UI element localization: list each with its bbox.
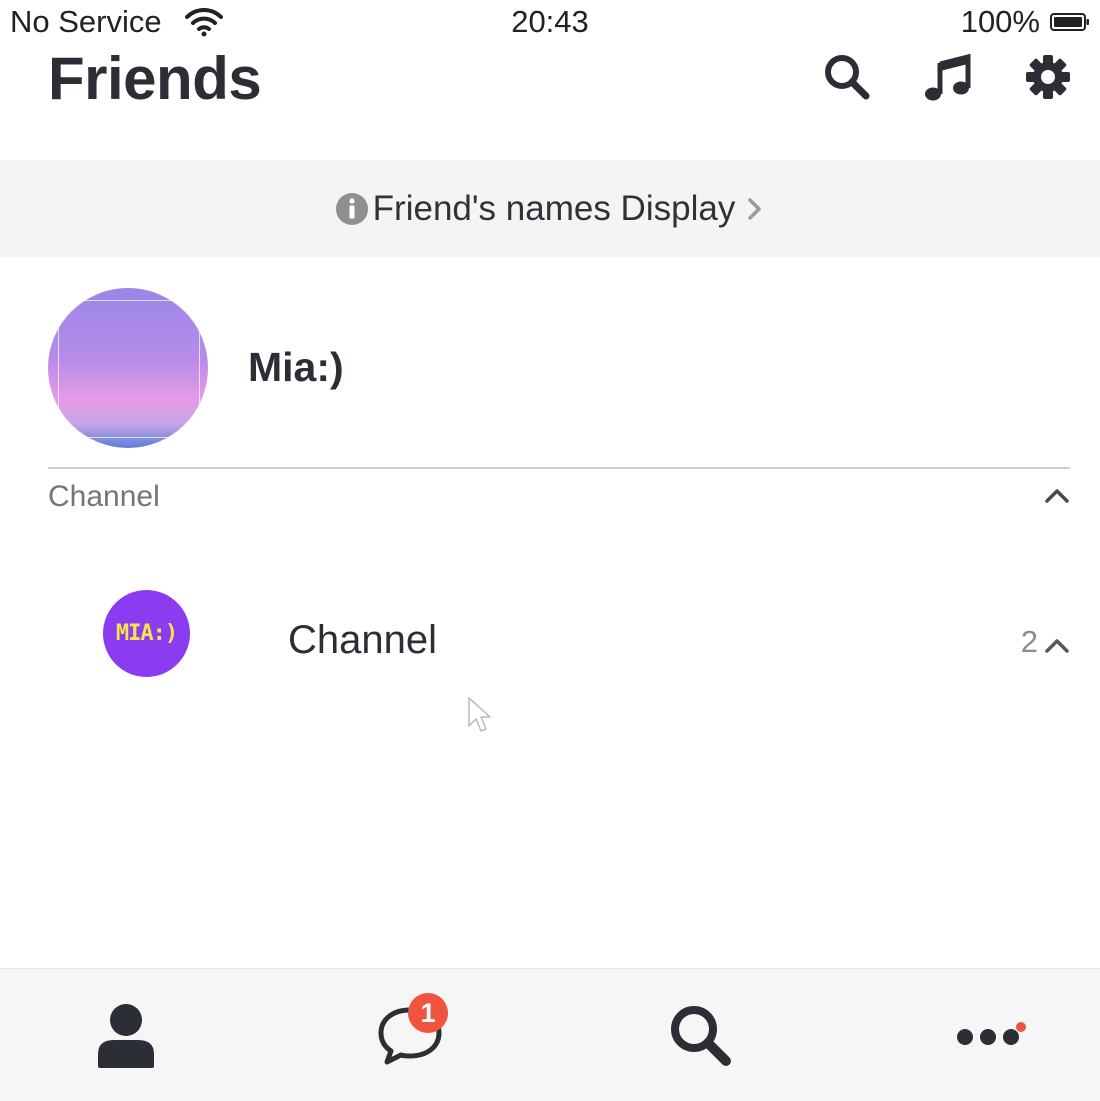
tab-bar: 1 xyxy=(0,968,1100,1101)
section-label: Channel xyxy=(48,480,160,513)
music-button[interactable] xyxy=(923,52,973,102)
chevron-up-icon xyxy=(1045,489,1069,503)
my-profile-row[interactable]: Mia:) xyxy=(48,288,1070,448)
channel-avatar: MIA:) xyxy=(103,590,190,677)
tab-more[interactable] xyxy=(928,969,1048,1101)
battery-icon xyxy=(1050,13,1089,31)
channel-section-header[interactable]: Channel xyxy=(48,478,1070,522)
search-icon xyxy=(671,1006,731,1066)
friends-names-display-banner[interactable]: Friend's names Display xyxy=(0,160,1100,257)
channel-row[interactable]: MIA:) Channel 2 xyxy=(48,580,1070,690)
status-bar: No Service 20:43 100% xyxy=(0,0,1100,46)
gear-icon xyxy=(1026,55,1070,99)
search-icon xyxy=(825,55,870,100)
music-note-icon xyxy=(925,53,971,101)
search-button[interactable] xyxy=(822,52,872,102)
mouse-cursor-icon xyxy=(468,697,491,732)
tab-search[interactable] xyxy=(640,969,760,1101)
chevron-up-icon[interactable] xyxy=(1044,636,1070,654)
chevron-right-icon xyxy=(748,197,762,220)
more-dots-icon xyxy=(957,1029,1019,1045)
status-right: 100% xyxy=(961,4,1090,40)
tab-chats[interactable]: 1 xyxy=(350,969,470,1101)
settings-button[interactable] xyxy=(1023,52,1073,102)
person-icon xyxy=(98,1004,154,1068)
notification-dot xyxy=(1016,1022,1026,1032)
unread-badge: 1 xyxy=(408,993,448,1033)
profile-name: Mia:) xyxy=(248,344,344,390)
tab-friends[interactable] xyxy=(66,969,186,1101)
avatar-frame xyxy=(58,300,200,438)
banner-label: Friend's names Display xyxy=(372,188,736,228)
channel-avatar-text: MIA:) xyxy=(115,621,178,646)
avatar[interactable] xyxy=(48,288,208,448)
channel-name: Channel xyxy=(288,618,438,662)
page-title: Friends xyxy=(48,45,262,112)
channel-count: 2 xyxy=(1020,624,1038,659)
clock: 20:43 xyxy=(511,4,589,39)
info-icon xyxy=(335,192,368,225)
divider xyxy=(48,467,1070,469)
battery-percent: 100% xyxy=(960,4,1040,39)
